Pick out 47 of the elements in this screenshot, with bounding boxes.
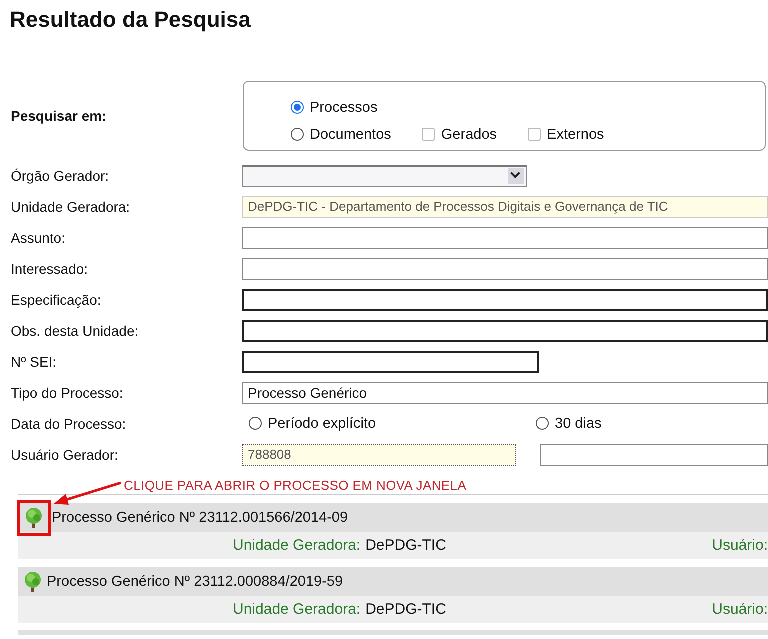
page-title: Resultado da Pesquisa bbox=[10, 6, 251, 34]
field-label: Assunto: bbox=[10, 230, 66, 246]
tree-icon[interactable] bbox=[25, 508, 43, 528]
radio-button[interactable] bbox=[536, 417, 549, 430]
input-field[interactable] bbox=[242, 288, 768, 310]
radio-button[interactable] bbox=[249, 417, 262, 430]
input-field[interactable] bbox=[242, 320, 768, 342]
input-field[interactable] bbox=[242, 258, 768, 280]
field-label: Órgão Gerador: bbox=[10, 168, 110, 184]
input-field: 788808 bbox=[242, 444, 516, 466]
radio-button[interactable] bbox=[291, 101, 304, 114]
field-label: Tipo do Processo: bbox=[10, 384, 124, 400]
detail-label: Unidade Geradora: bbox=[233, 537, 361, 554]
field-label: Data do Processo: bbox=[10, 416, 128, 432]
annotation-text: CLIQUE PARA ABRIR O PROCESSO EM NOVA JANELA bbox=[124, 478, 467, 493]
annotation-arrow bbox=[53, 481, 123, 507]
input-field[interactable] bbox=[540, 444, 768, 466]
result-title[interactable]: Processo Genérico Nº 23112.000884/2019-59 bbox=[47, 574, 344, 590]
field-label: Especificação: bbox=[10, 292, 102, 308]
field-label: Obs. desta Unidade: bbox=[10, 322, 140, 338]
field-label: Interessado: bbox=[10, 260, 90, 276]
tree-icon[interactable] bbox=[24, 572, 42, 592]
detail-value: DePDG-TIC bbox=[366, 601, 446, 618]
option-label[interactable]: 30 dias bbox=[555, 416, 602, 432]
dropdown[interactable] bbox=[242, 164, 527, 186]
option-label[interactable]: Gerados bbox=[441, 126, 498, 142]
input-field[interactable] bbox=[242, 226, 768, 248]
input-field[interactable]: Processo Genérico bbox=[242, 382, 768, 404]
detail-label: Usuário: bbox=[712, 601, 768, 618]
radio-button[interactable] bbox=[291, 128, 304, 141]
field-label: Usuário Gerador: bbox=[10, 446, 120, 462]
option-label[interactable]: Externos bbox=[547, 126, 604, 142]
field-label: Unidade Geradora: bbox=[10, 198, 132, 214]
result-title[interactable]: Processo Genérico Nº 23112.001566/2014-09 bbox=[52, 510, 348, 526]
option-label[interactable]: Processos bbox=[310, 100, 378, 116]
detail-value: DePDG-TIC bbox=[366, 537, 446, 554]
input-field[interactable] bbox=[242, 350, 539, 372]
checkbox[interactable] bbox=[422, 128, 436, 141]
field-label: Nº SEI: bbox=[10, 354, 58, 370]
input-field: DePDG-TIC - Departamento de Processos Digitais e Governança de TIC bbox=[242, 196, 768, 218]
checkbox[interactable] bbox=[528, 128, 542, 141]
detail-label: Unidade Geradora: bbox=[233, 601, 361, 618]
detail-label: Usuário: bbox=[712, 537, 768, 554]
chevron-down-icon[interactable] bbox=[508, 168, 524, 184]
field-label: Pesquisar em: bbox=[10, 108, 108, 124]
option-label[interactable]: Documentos bbox=[310, 126, 392, 142]
option-label[interactable]: Período explícito bbox=[268, 416, 376, 432]
